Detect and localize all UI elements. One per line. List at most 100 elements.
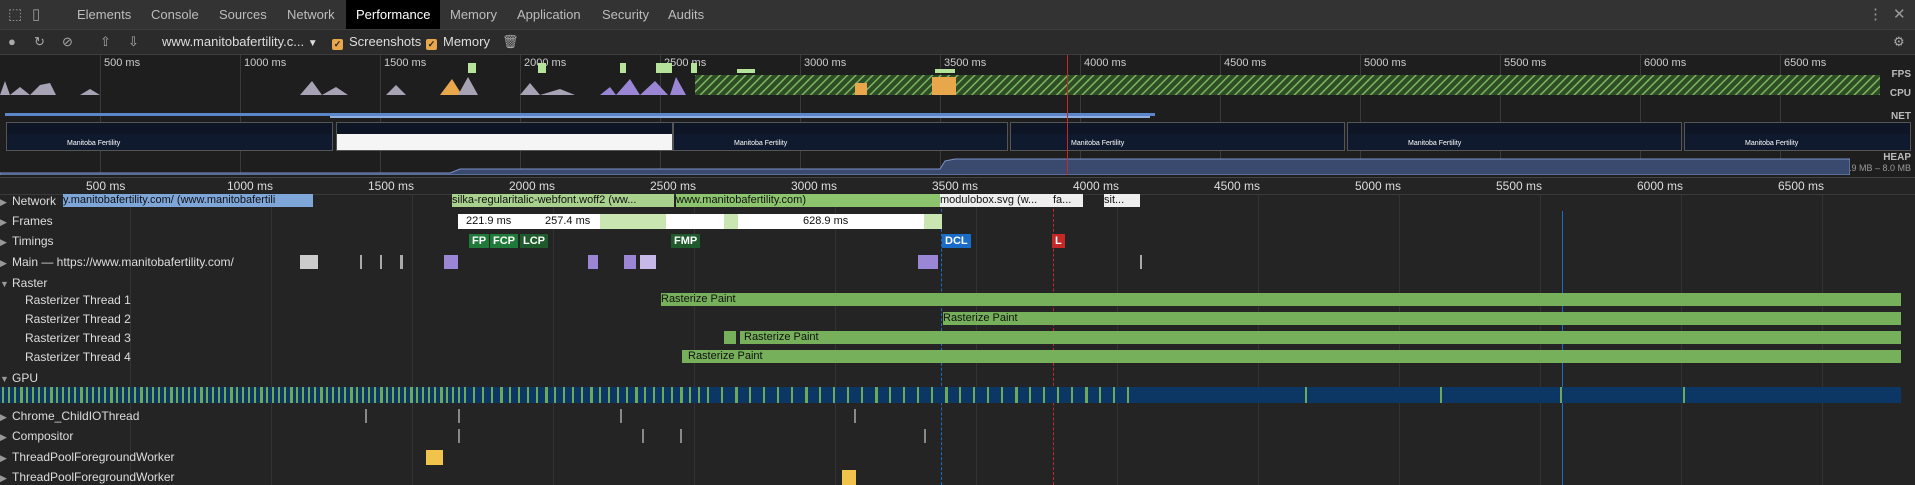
main-task[interactable] xyxy=(640,255,656,269)
main-task[interactable] xyxy=(300,255,318,269)
screenshots-checkbox[interactable]: ✓ Screenshots xyxy=(332,30,421,54)
gpu-task[interactable] xyxy=(128,387,130,403)
save-profile-icon[interactable]: ⇩ xyxy=(128,30,139,54)
gpu-task[interactable] xyxy=(763,387,765,403)
gpu-task[interactable] xyxy=(308,387,310,403)
gpu-task[interactable] xyxy=(230,387,233,403)
rasterize-paint-task[interactable]: Rasterize Paint xyxy=(740,331,1901,344)
track-frames[interactable]: ▶ Frames xyxy=(0,214,53,228)
gpu-task[interactable] xyxy=(254,387,256,403)
gpu-task[interactable] xyxy=(152,387,154,403)
gpu-task[interactable] xyxy=(671,387,673,403)
gpu-task[interactable] xyxy=(326,387,328,403)
tab-console[interactable]: Console xyxy=(141,0,209,29)
main-task[interactable] xyxy=(444,255,458,269)
timing-load[interactable]: L xyxy=(1052,234,1065,248)
tab-performance[interactable]: Performance xyxy=(346,0,441,29)
gpu-task[interactable] xyxy=(80,387,83,403)
gpu-task[interactable] xyxy=(735,387,738,403)
gpu-task[interactable] xyxy=(404,387,406,403)
device-toolbar-icon[interactable]: ▯ xyxy=(32,0,40,29)
network-request[interactable]: www.manitobafertility.com) xyxy=(676,194,940,207)
gpu-task[interactable] xyxy=(464,387,466,403)
network-request[interactable]: sit... xyxy=(1104,194,1140,207)
gpu-task[interactable] xyxy=(20,387,23,403)
frame-block[interactable] xyxy=(600,214,666,229)
gpu-task[interactable] xyxy=(635,387,638,403)
gpu-task[interactable] xyxy=(889,387,891,403)
gpu-task[interactable] xyxy=(518,387,520,403)
gpu-task[interactable] xyxy=(278,387,280,403)
gpu-task[interactable] xyxy=(290,387,293,403)
gpu-task[interactable] xyxy=(545,387,548,403)
gpu-task[interactable] xyxy=(440,387,443,403)
network-request[interactable]: modulobox.svg (w... xyxy=(940,194,1053,207)
gpu-task[interactable] xyxy=(653,387,655,403)
gpu-task[interactable] xyxy=(194,387,196,403)
gpu-task[interactable] xyxy=(14,387,16,403)
tab-sources[interactable]: Sources xyxy=(209,0,277,29)
gpu-task[interactable] xyxy=(8,387,10,403)
tab-application[interactable]: Application xyxy=(507,0,591,29)
track-rasterizer-2[interactable]: Rasterizer Thread 2 xyxy=(25,312,131,326)
collapse-triangle-icon[interactable]: ▼ xyxy=(0,279,12,289)
network-request[interactable]: y.manitobafertility.com/ (www.manitobafe… xyxy=(63,194,313,207)
gpu-task[interactable] xyxy=(973,387,975,403)
gpu-task[interactable] xyxy=(410,387,413,403)
gpu-task[interactable] xyxy=(491,387,493,403)
compositor-task[interactable] xyxy=(458,429,460,443)
gpu-task[interactable] xyxy=(1071,387,1073,403)
gpu-task[interactable] xyxy=(1057,387,1059,403)
gpu-task[interactable] xyxy=(182,387,184,403)
record-icon[interactable]: ● xyxy=(8,30,16,54)
gpu-task[interactable] xyxy=(146,387,148,403)
gpu-task[interactable] xyxy=(987,387,989,403)
main-task[interactable] xyxy=(1140,255,1142,269)
gpu-task[interactable] xyxy=(38,387,40,403)
gpu-task[interactable] xyxy=(380,387,383,403)
gpu-task[interactable] xyxy=(344,387,346,403)
gpu-task[interactable] xyxy=(2,387,4,403)
gpu-task[interactable] xyxy=(368,387,370,403)
gpu-task[interactable] xyxy=(931,387,933,403)
gpu-task[interactable] xyxy=(242,387,244,403)
gpu-task[interactable] xyxy=(218,387,220,403)
gpu-task[interactable] xyxy=(68,387,70,403)
gpu-task[interactable] xyxy=(62,387,64,403)
gpu-task[interactable] xyxy=(903,387,905,403)
network-request[interactable]: fa... xyxy=(1053,194,1083,207)
expand-triangle-icon[interactable]: ▶ xyxy=(0,453,12,464)
gpu-task[interactable] xyxy=(1099,387,1101,403)
track-timings[interactable]: ▶ Timings xyxy=(0,234,54,248)
gpu-task[interactable] xyxy=(434,387,436,403)
compositor-task[interactable] xyxy=(642,429,644,443)
gpu-task[interactable] xyxy=(805,387,808,403)
expand-triangle-icon[interactable]: ▶ xyxy=(0,197,12,208)
gpu-task[interactable] xyxy=(527,387,529,403)
gpu-task[interactable] xyxy=(482,387,484,403)
track-raster[interactable]: ▼ Raster xyxy=(0,276,47,290)
childio-task[interactable] xyxy=(365,409,367,423)
gpu-task[interactable] xyxy=(626,387,628,403)
gpu-task[interactable] xyxy=(608,387,610,403)
gpu-task[interactable] xyxy=(332,387,334,403)
childio-task[interactable] xyxy=(854,409,856,423)
gpu-task[interactable] xyxy=(212,387,214,403)
gpu-task[interactable] xyxy=(122,387,124,403)
gpu-task[interactable] xyxy=(98,387,100,403)
frame-block[interactable] xyxy=(724,214,738,229)
gpu-task[interactable] xyxy=(446,387,448,403)
gpu-task[interactable] xyxy=(500,387,503,403)
gpu-task[interactable] xyxy=(917,387,919,403)
gpu-task[interactable] xyxy=(92,387,94,403)
gpu-task[interactable] xyxy=(590,387,593,403)
gpu-task[interactable] xyxy=(554,387,556,403)
expand-triangle-icon[interactable]: ▶ xyxy=(0,258,12,269)
gpu-task[interactable] xyxy=(188,387,190,403)
gpu-task[interactable] xyxy=(847,387,849,403)
gpu-task[interactable] xyxy=(698,387,700,403)
track-gpu[interactable]: ▼ GPU xyxy=(0,371,38,385)
screenshot-thumbnail[interactable]: Manitoba Fertility xyxy=(673,122,1008,151)
gpu-task[interactable] xyxy=(74,387,76,403)
gpu-task[interactable] xyxy=(44,387,46,403)
